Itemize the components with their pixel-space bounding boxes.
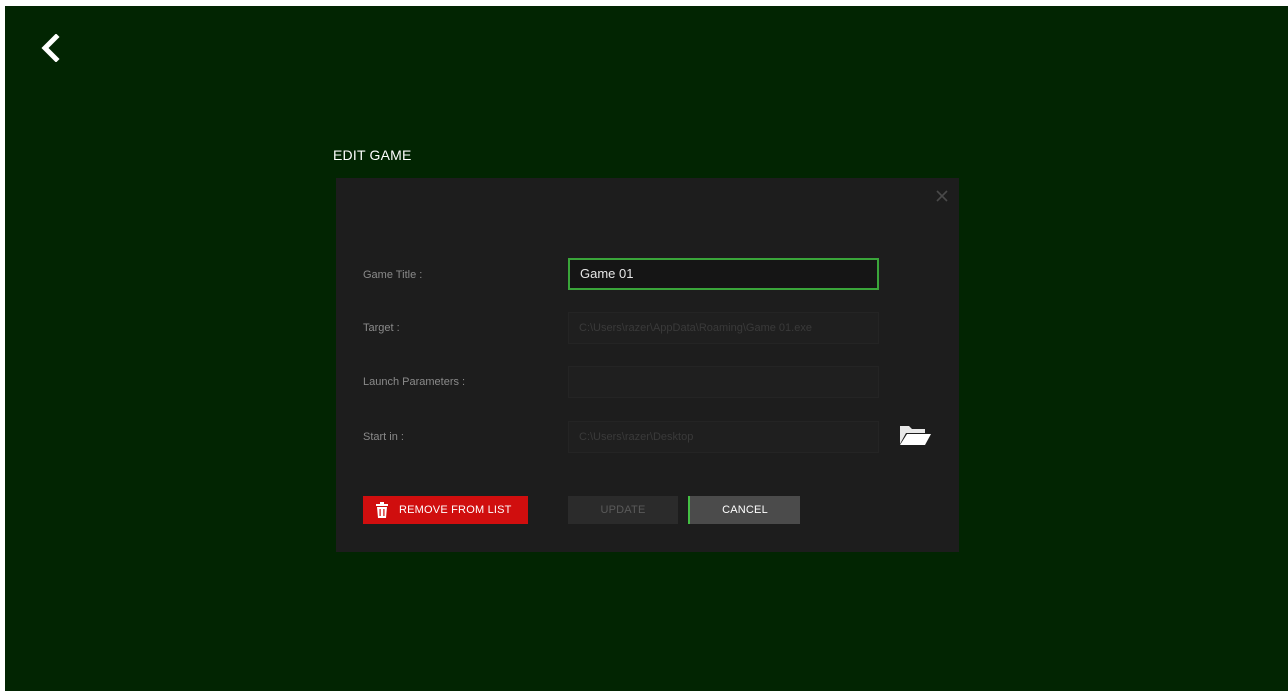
chevron-left-icon <box>41 34 60 62</box>
remove-from-list-button[interactable]: REMOVE FROM LIST <box>363 496 528 524</box>
launch-parameters-label: Launch Parameters : <box>363 376 466 388</box>
trash-icon <box>376 502 388 518</box>
close-button[interactable] <box>934 188 950 204</box>
game-title-input[interactable]: Game 01 <box>568 258 879 290</box>
game-title-label: Game Title : <box>363 269 423 281</box>
page-title: EDIT GAME <box>333 147 412 163</box>
cancel-button[interactable]: CANCEL <box>688 496 800 524</box>
update-button[interactable]: UPDATE <box>568 496 678 524</box>
close-icon <box>936 190 948 202</box>
target-label: Target : <box>363 322 400 334</box>
launch-parameters-input[interactable] <box>568 366 879 398</box>
back-button[interactable] <box>35 30 65 66</box>
target-input[interactable]: C:\Users\razer\AppData\Roaming\Game 01.e… <box>568 312 879 344</box>
remove-from-list-label: REMOVE FROM LIST <box>399 504 512 516</box>
app-window: EDIT GAME Game Title : Game 01 Target : … <box>5 6 1288 691</box>
edit-game-dialog: Game Title : Game 01 Target : C:\Users\r… <box>336 178 959 552</box>
browse-folder-button[interactable] <box>897 421 933 449</box>
start-in-input[interactable]: C:\Users\razer\Desktop <box>568 421 879 453</box>
start-in-label: Start in : <box>363 431 404 443</box>
folder-open-icon <box>900 426 931 445</box>
